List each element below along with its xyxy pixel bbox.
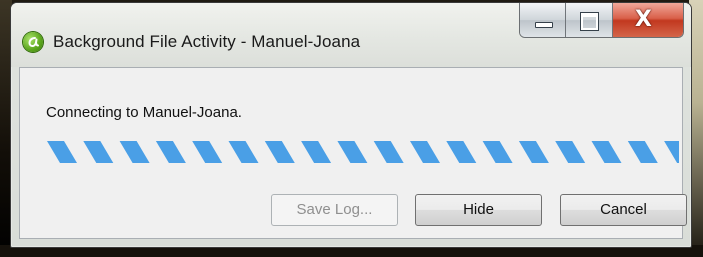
progress-stripe — [482, 141, 513, 163]
progress-stripe — [446, 141, 477, 163]
progress-stripe — [83, 141, 114, 163]
window-title: Background File Activity - Manuel-Joana — [53, 32, 361, 51]
progress-stripe — [264, 141, 295, 163]
close-icon: X — [634, 7, 652, 32]
progress-stripe — [664, 141, 679, 163]
progress-stripe — [518, 141, 549, 163]
progress-stripe — [591, 141, 622, 163]
background-activity-dialog: Background File Activity - Manuel-Joana … — [10, 2, 692, 248]
minimize-button[interactable] — [520, 3, 567, 37]
maximize-icon — [580, 12, 600, 31]
progress-stripe — [337, 141, 368, 163]
progress-stripe — [410, 141, 440, 163]
maximize-button[interactable] — [566, 3, 613, 37]
progress-stripe — [192, 141, 223, 163]
progress-stripe — [555, 141, 586, 163]
app-logo-icon — [23, 32, 43, 52]
progress-stripe — [301, 141, 332, 163]
progress-stripe — [155, 141, 186, 163]
save-log-button[interactable]: Save Log... — [271, 194, 398, 226]
progress-stripes — [47, 141, 679, 163]
minimize-icon — [535, 22, 553, 28]
close-button[interactable]: X — [612, 3, 683, 37]
progress-stripe — [47, 141, 77, 163]
progress-bar — [47, 141, 679, 163]
dialog-body: Connecting to Manuel-Joana. Save Log... … — [19, 67, 687, 239]
window-controls: X — [519, 3, 684, 38]
progress-stripe — [373, 141, 404, 163]
cancel-button[interactable]: Cancel — [560, 194, 687, 226]
title-bar[interactable]: Background File Activity - Manuel-Joana … — [11, 3, 691, 67]
progress-stripe — [228, 141, 259, 163]
hide-button[interactable]: Hide — [415, 194, 542, 226]
status-message: Connecting to Manuel-Joana. — [46, 104, 242, 121]
progress-stripe — [627, 141, 658, 163]
progress-stripe — [119, 141, 150, 163]
